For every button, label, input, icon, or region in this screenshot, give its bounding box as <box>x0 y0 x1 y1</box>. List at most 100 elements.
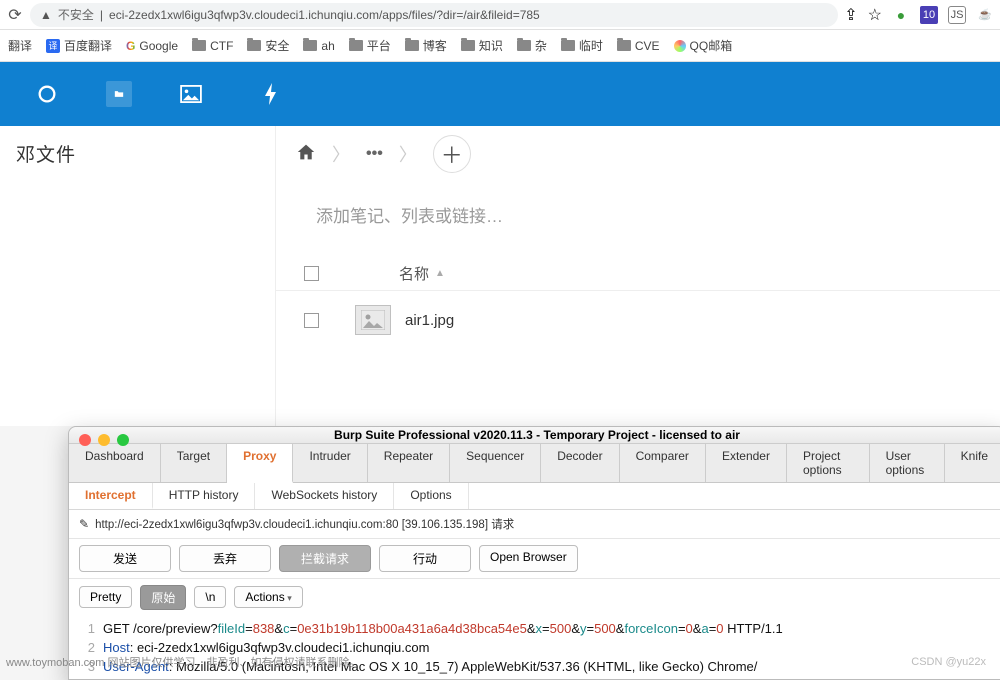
bm-ah[interactable]: ah <box>303 39 334 53</box>
drop-button[interactable]: 丢弃 <box>179 545 271 572</box>
tab-extender[interactable]: Extender <box>706 444 787 482</box>
table-header: 名称 ▲ <box>276 257 1000 290</box>
intercept-toggle-button[interactable]: 拦截请求 <box>279 545 371 572</box>
tab-dashboard[interactable]: Dashboard <box>69 444 161 482</box>
bm-ctf[interactable]: CTF <box>192 39 233 53</box>
forward-button[interactable]: 发送 <box>79 545 171 572</box>
folder-icon <box>561 40 575 51</box>
app-top-nav <box>0 62 1000 126</box>
ext-green-dot-icon[interactable]: ● <box>892 6 910 24</box>
content-area: 〉 ••• 〉 ＋ 添加笔记、列表或链接… 名称 ▲ air1.jpg <box>275 126 1000 426</box>
folder-icon <box>617 40 631 51</box>
close-icon[interactable] <box>79 434 91 446</box>
tab-comparer[interactable]: Comparer <box>620 444 706 482</box>
view-raw-button[interactable]: 原始 <box>140 585 186 610</box>
view-buttons: Pretty 原始 \n Actions <box>69 579 1000 616</box>
view-actions-button[interactable]: Actions <box>234 586 302 608</box>
bm-platform[interactable]: 平台 <box>349 37 391 54</box>
sidebar: 邓文件 <box>0 126 275 426</box>
nav-files-icon[interactable] <box>106 81 132 107</box>
tab-user-options[interactable]: User options <box>870 444 945 482</box>
minimize-icon[interactable] <box>98 434 110 446</box>
chevron-right-icon: 〉 <box>399 141 417 167</box>
subtab-http-history[interactable]: HTTP history <box>153 483 256 509</box>
browser-address-bar: ⟳ ▲ 不安全 | eci-2zedx1xwl6igu3qfwp3v.cloud… <box>0 0 1000 30</box>
bm-temp[interactable]: 临时 <box>561 37 603 54</box>
folder-icon <box>349 40 363 51</box>
open-browser-button[interactable]: Open Browser <box>479 545 578 572</box>
bm-misc[interactable]: 杂 <box>517 37 547 54</box>
image-thumb-icon <box>355 305 391 335</box>
subtab-intercept[interactable]: Intercept <box>69 483 153 509</box>
sort-asc-icon: ▲ <box>435 268 445 279</box>
window-controls <box>79 434 129 446</box>
view-newline-button[interactable]: \n <box>194 586 226 608</box>
request-host-text: http://eci-2zedx1xwl6igu3qfwp3v.cloudeci… <box>95 516 514 532</box>
folder-icon <box>303 40 317 51</box>
bm-blog[interactable]: 博客 <box>405 37 447 54</box>
folder-icon <box>461 40 475 51</box>
request-host-line: ✎ http://eci-2zedx1xwl6igu3qfwp3v.cloude… <box>69 510 1000 539</box>
maximize-icon[interactable] <box>117 434 129 446</box>
nav-circle-icon[interactable] <box>34 81 60 107</box>
tab-intruder[interactable]: Intruder <box>293 444 367 482</box>
star-icon[interactable]: ☆ <box>868 5 882 25</box>
bm-knowledge[interactable]: 知识 <box>461 37 503 54</box>
bm-translate[interactable]: 翻译 <box>8 37 32 54</box>
folder-icon <box>405 40 419 51</box>
intercept-buttons: 发送 丢弃 拦截请求 行动 Open Browser <box>69 539 1000 579</box>
reload-icon[interactable]: ⟳ <box>6 5 24 25</box>
add-button[interactable]: ＋ <box>433 135 471 173</box>
folder-icon <box>247 40 261 51</box>
url-text: eci-2zedx1xwl6igu3qfwp3v.cloudeci1.ichun… <box>109 8 540 22</box>
nav-gallery-icon[interactable] <box>178 81 204 107</box>
burp-titlebar: Burp Suite Professional v2020.11.3 - Tem… <box>69 427 1000 444</box>
bookmarks-bar: 翻译 译百度翻译 GGoogle CTF 安全 ah 平台 博客 知识 杂 临时… <box>0 30 1000 62</box>
watermark-text: www.toymoban.com 网站图片仅供学习、非盈利、如有侵权请联系删除。 <box>6 654 360 670</box>
burp-main-tabs: Dashboard Target Proxy Intruder Repeater… <box>69 444 1000 483</box>
share-icon[interactable]: ⇪ <box>844 5 857 25</box>
ext-purple-icon[interactable]: 10 <box>920 6 938 24</box>
sidebar-files-label[interactable]: 邓文件 <box>16 145 76 166</box>
row-checkbox[interactable] <box>304 313 319 328</box>
bm-baidu-translate[interactable]: 译百度翻译 <box>46 37 112 54</box>
folder-icon <box>517 40 531 51</box>
url-box[interactable]: ▲ 不安全 | eci-2zedx1xwl6igu3qfwp3v.cloudec… <box>30 3 838 27</box>
address-actions: ⇪ ☆ ● 10 JS ☕ <box>844 5 994 25</box>
breadcrumb-row: 〉 ••• 〉 ＋ <box>276 126 1000 182</box>
bm-google[interactable]: GGoogle <box>126 39 178 53</box>
edit-icon[interactable]: ✎ <box>79 517 89 531</box>
file-row[interactable]: air1.jpg <box>276 290 1000 349</box>
select-all-checkbox[interactable] <box>304 266 319 281</box>
burp-title-text: Burp Suite Professional v2020.11.3 - Tem… <box>334 428 740 442</box>
page-body: 邓文件 〉 ••• 〉 ＋ 添加笔记、列表或链接… 名称 ▲ air1.jpg <box>0 126 1000 426</box>
burp-window: Burp Suite Professional v2020.11.3 - Tem… <box>68 426 1000 680</box>
note-placeholder[interactable]: 添加笔记、列表或链接… <box>276 182 1000 257</box>
qq-icon <box>674 40 686 52</box>
bm-security[interactable]: 安全 <box>247 37 289 54</box>
action-button[interactable]: 行动 <box>379 545 471 572</box>
tab-repeater[interactable]: Repeater <box>368 444 450 482</box>
tab-knife[interactable]: Knife <box>945 444 1000 482</box>
tab-project-options[interactable]: Project options <box>787 444 870 482</box>
nav-activity-icon[interactable] <box>258 81 284 107</box>
home-icon[interactable] <box>296 143 316 166</box>
ext-cup-icon[interactable]: ☕ <box>976 6 994 24</box>
view-pretty-button[interactable]: Pretty <box>79 586 132 608</box>
burp-sub-tabs: Intercept HTTP history WebSockets histor… <box>69 483 1000 510</box>
tab-sequencer[interactable]: Sequencer <box>450 444 541 482</box>
breadcrumb-more-icon[interactable]: ••• <box>366 145 383 163</box>
col-name-label[interactable]: 名称 <box>399 263 429 284</box>
ext-js-icon[interactable]: JS <box>948 6 966 24</box>
subtab-options[interactable]: Options <box>394 483 468 509</box>
csdn-credit: CSDN @yu22x <box>911 656 986 668</box>
tab-decoder[interactable]: Decoder <box>541 444 619 482</box>
tab-target[interactable]: Target <box>161 444 227 482</box>
insecure-label: 不安全 <box>58 6 94 23</box>
bm-qqmail[interactable]: QQ邮箱 <box>674 37 733 54</box>
subtab-ws-history[interactable]: WebSockets history <box>255 483 394 509</box>
chevron-right-icon: 〉 <box>332 141 350 167</box>
bm-cve[interactable]: CVE <box>617 39 660 53</box>
insecure-icon: ▲ <box>40 8 52 22</box>
tab-proxy[interactable]: Proxy <box>227 444 293 483</box>
